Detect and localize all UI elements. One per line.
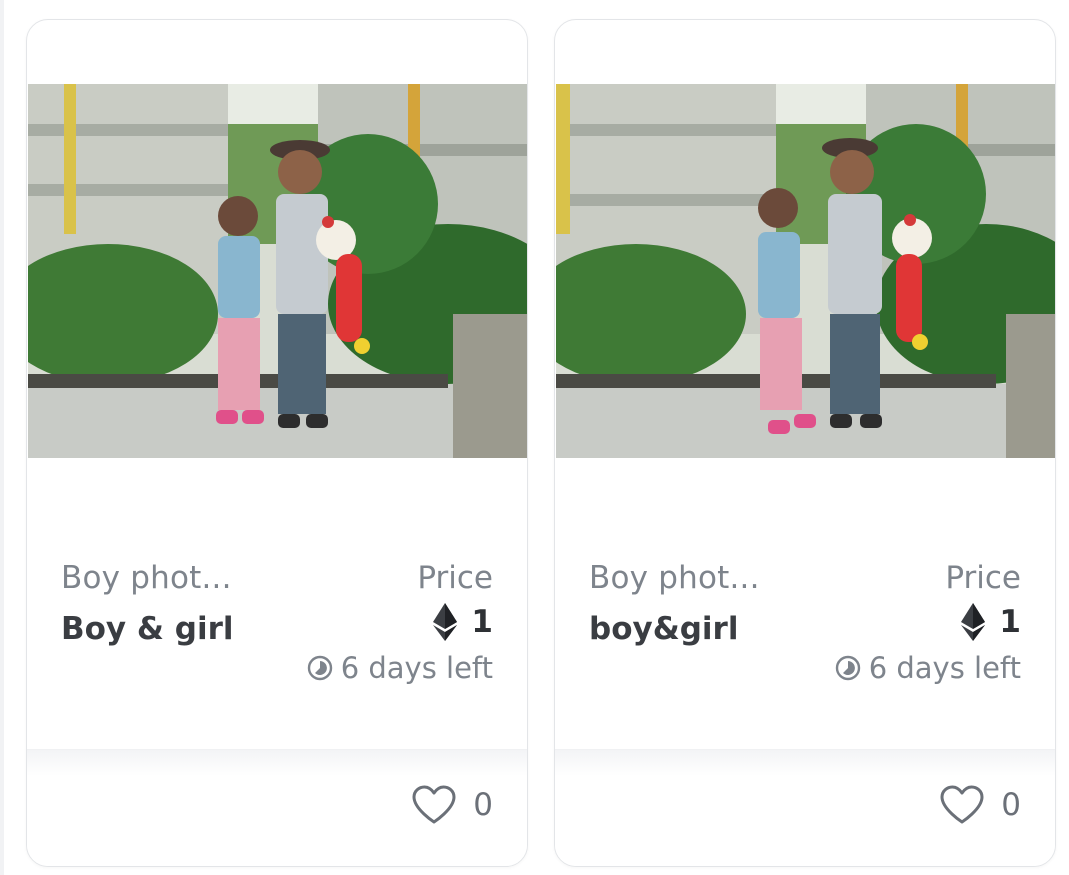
collection-name[interactable]: Boy phot... — [61, 560, 232, 596]
nft-card[interactable]: Boy phot... boy&girl Price 1 6 days left… — [554, 19, 1056, 867]
time-left: 6 days left — [868, 651, 1021, 685]
nft-title[interactable]: boy&girl — [589, 611, 738, 647]
nft-card-info: Boy phot... boy&girl Price 1 6 days left — [589, 556, 1021, 686]
auction-time-row: 6 days left — [307, 648, 493, 688]
time-left: 6 days left — [340, 651, 493, 685]
ethereum-icon — [961, 603, 986, 641]
like-count: 0 — [1001, 787, 1021, 823]
like-button[interactable]: 0 — [411, 784, 493, 826]
price-value: 1 — [999, 604, 1021, 640]
price-value: 1 — [471, 604, 493, 640]
heart-outline-icon[interactable] — [411, 784, 457, 826]
like-button[interactable]: 0 — [939, 784, 1021, 826]
nft-card-info: Boy phot... Boy & girl Price 1 6 days le… — [61, 556, 493, 686]
nft-card[interactable]: Boy phot... Boy & girl Price 1 6 days le… — [26, 19, 528, 867]
nft-image[interactable] — [28, 84, 527, 458]
nft-card-footer: 0 — [27, 749, 527, 866]
price-row: 1 — [433, 602, 493, 642]
scroll-edge — [0, 0, 4, 875]
nft-card-grid: Boy phot... Boy & girl Price 1 6 days le… — [0, 0, 1069, 875]
price-label: Price — [945, 560, 1021, 596]
clock-icon — [835, 655, 861, 681]
auction-time-row: 6 days left — [835, 648, 1021, 688]
nft-title[interactable]: Boy & girl — [61, 611, 233, 647]
collection-name[interactable]: Boy phot... — [589, 560, 760, 596]
like-count: 0 — [473, 787, 493, 823]
nft-card-footer: 0 — [555, 749, 1055, 866]
nft-image[interactable] — [556, 84, 1055, 458]
price-row: 1 — [961, 602, 1021, 642]
ethereum-icon — [433, 603, 458, 641]
heart-outline-icon[interactable] — [939, 784, 985, 826]
clock-icon — [307, 655, 333, 681]
price-label: Price — [417, 560, 493, 596]
